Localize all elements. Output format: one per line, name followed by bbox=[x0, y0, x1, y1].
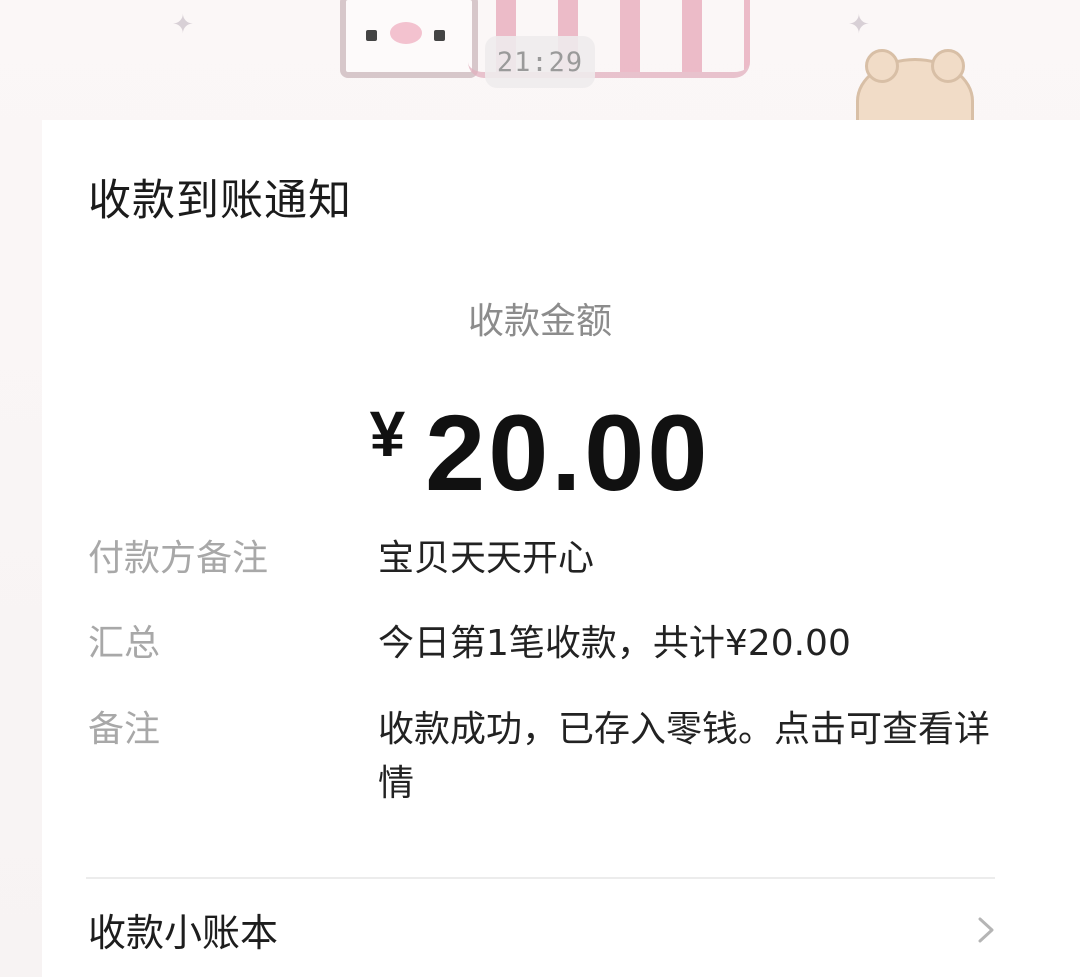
remark-row: 备注 收款成功，已存入零钱。点击可查看详情 bbox=[88, 703, 998, 811]
row-value: 今日第1笔收款，共计¥20.00 bbox=[378, 623, 851, 664]
amount-value: 20.00 bbox=[425, 392, 711, 513]
chevron-right-icon[interactable] bbox=[972, 917, 998, 943]
notification-title: 收款到账通知 bbox=[88, 176, 352, 226]
currency-symbol: ¥ bbox=[369, 398, 406, 470]
receipt-ledger-link[interactable]: 收款小账本 bbox=[88, 902, 278, 957]
row-value: 宝贝天天开心 bbox=[378, 538, 595, 579]
amount-display: ¥20.00 bbox=[42, 390, 1038, 515]
divider bbox=[86, 877, 995, 879]
summary-row: 汇总 今日第1笔收款，共计¥20.00 bbox=[88, 617, 998, 671]
row-value: 收款成功，已存入零钱。点击可查看详情 bbox=[378, 709, 991, 804]
pig-sticker-image bbox=[340, 0, 478, 78]
message-timestamp: 21:29 bbox=[485, 36, 595, 88]
row-label: 付款方备注 bbox=[88, 538, 269, 579]
payment-notification-card[interactable]: 收款到账通知 收款金额 ¥20.00 付款方备注 宝贝天天开心 汇总 今日第1笔… bbox=[42, 120, 1080, 977]
amount-label: 收款金额 bbox=[467, 301, 612, 342]
payer-note-row: 付款方备注 宝贝天天开心 bbox=[88, 532, 998, 586]
sparkle-icon: ✦ bbox=[848, 10, 870, 40]
row-label: 汇总 bbox=[88, 623, 161, 664]
row-label: 备注 bbox=[88, 709, 161, 750]
sparkle-icon: ✦ bbox=[172, 10, 194, 40]
